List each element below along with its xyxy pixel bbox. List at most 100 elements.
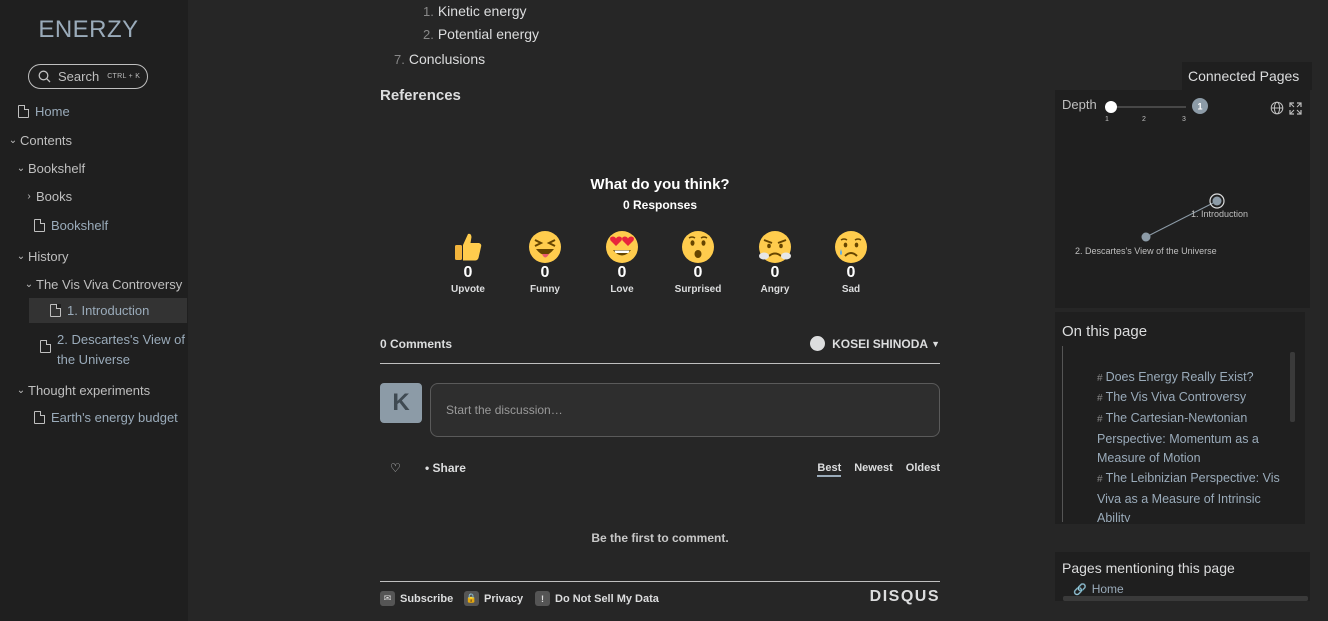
user-menu[interactable]: KOSEI SHINODA ▼ (810, 336, 940, 351)
sidebar-item-introduction[interactable]: 1. Introduction (50, 303, 149, 318)
reaction-label: Surprised (674, 284, 722, 295)
graph-view[interactable]: Depth 1 1 2 3 1. Introduction 2. Descart… (1055, 90, 1310, 308)
avatar[interactable]: K (380, 383, 422, 423)
reaction-surprised[interactable]: 0 Surprised (668, 230, 728, 295)
reaction-count: 0 (540, 264, 550, 281)
hash-icon: # (1097, 414, 1103, 425)
graph-node-label[interactable]: 1. Introduction (1191, 209, 1248, 219)
toc-link[interactable]: # Does Energy Really Exist? (1097, 368, 1282, 389)
exclamation-icon: ! (535, 591, 550, 606)
toc-link-label: The Vis Viva Controversy (1105, 390, 1247, 404)
reactions-title: What do you think? (590, 176, 730, 193)
reaction-count: 0 (617, 264, 627, 281)
sidebar-item-home[interactable]: Home (18, 104, 70, 119)
mentions-title: Pages mentioning this page (1062, 560, 1235, 576)
site-logo[interactable]: ENERZY (0, 16, 177, 44)
toc-number: 7. (394, 52, 405, 67)
mentions-panel: Pages mentioning this page 🔗 Home (1055, 552, 1310, 601)
sidebar-folder-contents[interactable]: ⌄ Contents (8, 133, 72, 148)
envelope-icon: ✉ (380, 591, 395, 606)
subscribe-link[interactable]: ✉ Subscribe (380, 591, 453, 606)
horizontal-scrollbar[interactable] (1063, 596, 1308, 601)
scrollbar[interactable] (1290, 352, 1295, 422)
reaction-sad[interactable]: 0 Sad (821, 230, 881, 295)
sidebar-item-label: Contents (20, 133, 73, 148)
share-button[interactable]: • Share (425, 461, 466, 475)
toc-link[interactable]: # The Vis Viva Controversy (1097, 388, 1282, 409)
comment-input[interactable]: Start the discussion… (430, 383, 940, 437)
chevron-right-icon: › (27, 191, 31, 202)
do-not-sell-link[interactable]: ! Do Not Sell My Data (535, 591, 659, 606)
reaction-love[interactable]: 0 Love (592, 230, 652, 295)
toc-item[interactable]: 2. Potential energy (423, 26, 539, 42)
sidebar-item-label: Earth's energy budget (51, 410, 178, 425)
toc-label: Kinetic energy (437, 3, 527, 19)
sidebar-item-label-line2: the Universe (57, 352, 130, 367)
page-icon (34, 219, 45, 232)
comments-count: 0 Comments (380, 337, 453, 351)
search-icon (38, 70, 51, 83)
disqus-logo[interactable]: DISQUS (870, 588, 940, 606)
globe-icon[interactable] (1270, 101, 1284, 115)
sidebar-folder-vis-viva[interactable]: ⌄ The Vis Viva Controversy (24, 277, 182, 292)
toc-number: 2. (423, 27, 434, 42)
lock-icon: 🔒 (464, 591, 479, 606)
sad-face-icon (835, 231, 867, 263)
toc-item[interactable]: 1. Kinetic energy (423, 3, 527, 19)
sidebar-folder-bookshelf[interactable]: ⌄ Bookshelf (16, 161, 85, 176)
sidebar: ENERZY Search CTRL + K Home ⌄ Contents ⌄… (0, 0, 188, 621)
sidebar-item-label: Bookshelf (28, 161, 86, 176)
sort-tabs: Best Newest Oldest (817, 462, 940, 477)
hash-icon: # (1097, 373, 1103, 384)
sidebar-folder-thought-experiments[interactable]: ⌄ Thought experiments (16, 383, 150, 398)
sort-oldest[interactable]: Oldest (906, 462, 940, 477)
sidebar-item-descartes[interactable]: 2. Descartes's View of the Universe (40, 330, 185, 370)
sidebar-item-label: Books (36, 189, 73, 204)
depth-tick: 2 (1142, 116, 1146, 123)
chevron-down-icon: ⌄ (16, 385, 26, 396)
caret-down-icon: ▼ (931, 338, 940, 349)
reaction-label: Funny (530, 284, 560, 295)
reaction-funny[interactable]: 0 Funny (515, 230, 575, 295)
graph-node-descartes (1141, 232, 1151, 242)
privacy-label: Privacy (484, 592, 524, 605)
sort-best[interactable]: Best (817, 462, 842, 477)
sidebar-item-label: Thought experiments (28, 383, 151, 398)
references-heading: References (380, 87, 461, 104)
toc-number: 1. (423, 4, 434, 19)
on-this-page-list: # Does Energy Really Exist? # The Vis Viva… (1062, 346, 1298, 522)
page-icon (40, 340, 51, 353)
search-shortcut: CTRL + K (107, 73, 141, 80)
toc-label: Conclusions (408, 51, 486, 67)
mention-link-home[interactable]: 🔗 Home (1073, 582, 1124, 596)
toc-link[interactable]: # The Leibnizian Perspective: Vis Viva as… (1097, 469, 1282, 522)
sidebar-item-label-line1: 2. Descartes's View of (57, 332, 185, 347)
reaction-count: 0 (770, 264, 780, 281)
chat-bubble-icon (810, 336, 826, 351)
surprised-face-icon (682, 231, 714, 263)
heart-icon[interactable]: ♡ (390, 461, 401, 475)
toc-link[interactable]: # The Cartesian-Newtonian Perspective: Mo… (1097, 409, 1282, 469)
on-this-page-panel: On this page # Does Energy Really Exist? … (1055, 312, 1305, 524)
reaction-upvote[interactable]: 0 Upvote (438, 230, 498, 295)
toc-link-label: Does Energy Really Exist? (1105, 370, 1254, 384)
laughing-face-icon (529, 231, 561, 263)
subscribe-label: Subscribe (400, 592, 454, 605)
sidebar-item-earth-energy-budget[interactable]: Earth's energy budget (34, 410, 178, 425)
depth-value: 1 (1197, 102, 1202, 112)
reaction-angry[interactable]: 0 Angry (745, 230, 805, 295)
expand-icon[interactable] (1289, 102, 1302, 115)
chevron-down-icon: ⌄ (24, 279, 34, 290)
reaction-count: 0 (693, 264, 703, 281)
graph-node-label[interactable]: 2. Descartes's View of the Universe (1075, 246, 1217, 256)
sidebar-folder-books[interactable]: › Books (24, 189, 72, 204)
toc-item[interactable]: 7. Conclusions (394, 51, 485, 67)
sort-newest[interactable]: Newest (854, 462, 893, 477)
on-this-page-title: On this page (1062, 323, 1148, 340)
sidebar-item-bookshelf[interactable]: Bookshelf (34, 218, 108, 233)
thumbs-up-icon (455, 233, 482, 261)
privacy-link[interactable]: 🔒 Privacy (464, 591, 523, 606)
search-button[interactable]: Search CTRL + K (28, 64, 148, 89)
sidebar-folder-history[interactable]: ⌄ History (16, 249, 69, 264)
comment-actions: ♡ • Share Best Newest Oldest (380, 460, 940, 480)
